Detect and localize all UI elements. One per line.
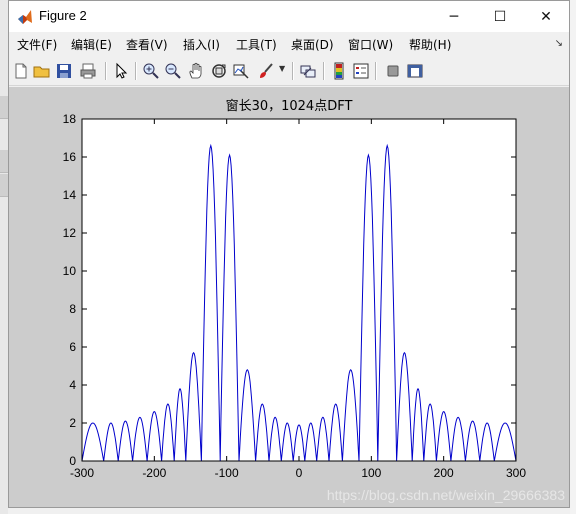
- save-icon[interactable]: [55, 62, 73, 80]
- y-tick-label: 14: [63, 188, 77, 202]
- x-tick-label: -200: [142, 466, 166, 480]
- y-tick-label: 4: [69, 378, 76, 392]
- x-tick-label: 0: [296, 466, 303, 480]
- menu-view[interactable]: 查看(V): [126, 36, 168, 53]
- background-window-edge: [0, 0, 8, 514]
- pointer-icon[interactable]: [112, 62, 130, 80]
- hide-plot-tools-icon[interactable]: [384, 62, 402, 80]
- x-tick-label: -100: [215, 466, 239, 480]
- zoom-out-icon[interactable]: [164, 62, 182, 80]
- menu-bar: 文件(F) 编辑(E) 查看(V) 插入(I) 工具(T) 桌面(D) 窗口(W…: [9, 33, 569, 55]
- y-tick-label: 10: [63, 264, 77, 278]
- open-folder-icon[interactable]: [33, 62, 51, 80]
- show-plot-tools-icon[interactable]: [406, 62, 424, 80]
- figure-window: Figure 2 ─ ☐ ✕ 文件(F) 编辑(E) 查看(V) 插入(I) 工…: [8, 0, 570, 508]
- plot-svg[interactable]: -300 -200 -100 0 100 200 300 0 2 4 6 8 10 12 14 16 18: [9, 87, 569, 507]
- legend-icon[interactable]: [352, 62, 370, 80]
- colorbar-icon[interactable]: [330, 62, 348, 80]
- menu-file[interactable]: 文件(F): [17, 36, 57, 53]
- menu-tools[interactable]: 工具(T): [236, 36, 277, 53]
- minimize-button[interactable]: ─: [431, 1, 477, 32]
- menu-insert[interactable]: 插入(I): [183, 36, 220, 53]
- maximize-icon: ☐: [493, 8, 507, 25]
- link-icon[interactable]: [299, 62, 317, 80]
- rotate-3d-icon[interactable]: [210, 62, 228, 80]
- background-strip: [0, 174, 8, 197]
- x-tick-label: 300: [506, 466, 526, 480]
- y-tick-label: 2: [69, 416, 76, 430]
- matlab-logo-icon: [18, 10, 32, 24]
- window-title: Figure 2: [39, 8, 87, 23]
- minimize-icon: ─: [449, 8, 459, 25]
- pan-hand-icon[interactable]: [187, 62, 205, 80]
- close-icon: ✕: [540, 8, 552, 25]
- maximize-button[interactable]: ☐: [477, 1, 523, 32]
- background-strip: [0, 150, 8, 173]
- zoom-in-icon[interactable]: [142, 62, 160, 80]
- y-tick-label: 8: [69, 302, 76, 316]
- data-cursor-icon[interactable]: [232, 62, 250, 80]
- toolbar-separator: [105, 62, 107, 80]
- toolbar-separator: [135, 62, 137, 80]
- x-tick-label: 200: [434, 466, 454, 480]
- axes-background: [82, 119, 516, 461]
- new-figure-icon[interactable]: [12, 62, 30, 80]
- y-tick-label: 18: [63, 112, 77, 126]
- title-bar[interactable]: Figure 2 ─ ☐ ✕: [9, 1, 569, 32]
- brush-icon[interactable]: [257, 62, 275, 80]
- background-window-edge-right: [570, 0, 576, 514]
- print-icon[interactable]: [79, 62, 97, 80]
- menu-window[interactable]: 窗口(W): [348, 36, 393, 53]
- figure-canvas: 窗长30，1024点DFT -300 -200 -100 0 100 200 300 0 2 4 6…: [9, 87, 569, 507]
- toolbar-separator: [292, 62, 294, 80]
- brush-dropdown-icon[interactable]: ▼: [279, 64, 285, 73]
- figure-toolbar: ▼: [9, 57, 569, 86]
- watermark-text: https://blog.csdn.net/weixin_29666383: [326, 487, 565, 503]
- x-tick-label: -300: [70, 466, 94, 480]
- y-tick-label: 0: [69, 454, 76, 468]
- dock-arrow-icon[interactable]: ↘: [555, 38, 563, 49]
- y-tick-label: 6: [69, 340, 76, 354]
- menu-help[interactable]: 帮助(H): [409, 36, 451, 53]
- toolbar-separator: [323, 62, 325, 80]
- y-tick-label: 12: [63, 226, 77, 240]
- background-strip: [0, 96, 8, 119]
- menu-desktop[interactable]: 桌面(D): [291, 36, 334, 53]
- toolbar-separator: [375, 62, 377, 80]
- close-button[interactable]: ✕: [523, 1, 569, 32]
- y-tick-label: 16: [63, 150, 77, 164]
- x-tick-label: 100: [361, 466, 381, 480]
- menu-edit[interactable]: 编辑(E): [71, 36, 112, 53]
